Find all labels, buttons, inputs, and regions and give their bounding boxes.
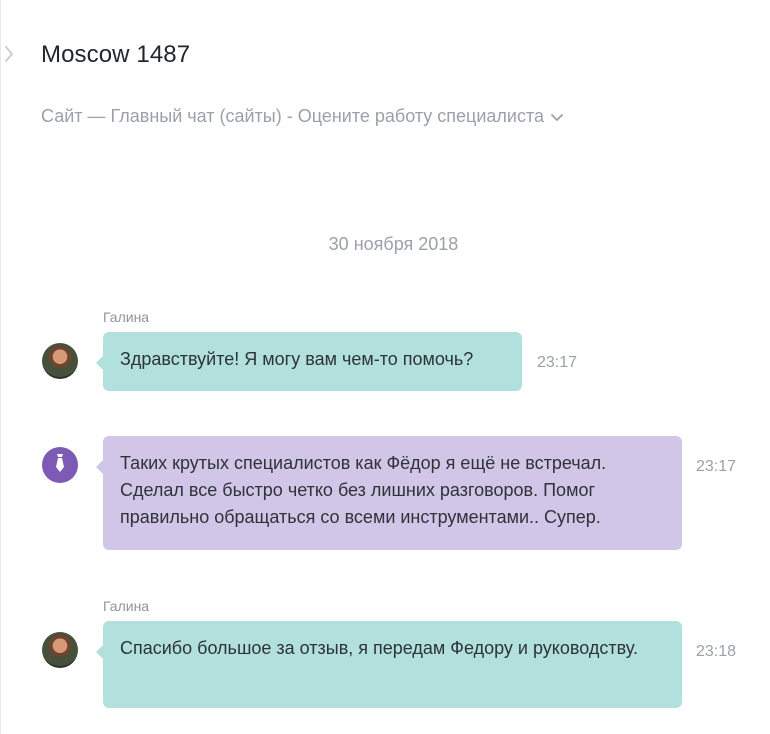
message-text: Таких крутых специалистов как Фёдор я ещ… <box>120 453 607 527</box>
message-text: Здравствуйте! Я могу вам чем-то помочь? <box>120 349 474 369</box>
message-time: 23:18 <box>696 643 737 660</box>
message-bubble: Здравствуйте! Я могу вам чем-то помочь? <box>96 332 522 391</box>
avatar <box>42 632 78 668</box>
chat-source-label: Сайт — Главный чат (сайты) - Оцените раб… <box>41 106 545 126</box>
chevron-down-icon <box>550 112 564 122</box>
avatar <box>42 343 78 379</box>
message-text: Спасибо большое за отзыв, я передам Федо… <box>120 638 638 658</box>
date-separator: 30 ноября 2018 <box>328 234 459 254</box>
tie-icon <box>53 453 67 478</box>
chat-title: Moscow 1487 <box>41 41 191 68</box>
message-sender: Галина <box>103 598 150 614</box>
message-sender: Галина <box>103 309 150 325</box>
message-bubble: Спасибо большое за отзыв, я передам Федо… <box>96 621 682 708</box>
panel-left-border <box>0 0 1 734</box>
bot-avatar <box>42 447 78 483</box>
chevron-right-icon <box>4 45 14 68</box>
message-time: 23:17 <box>696 458 737 475</box>
chat-source-dropdown[interactable]: Сайт — Главный чат (сайты) - Оцените раб… <box>41 106 564 127</box>
message-bubble: Таких крутых специалистов как Фёдор я ещ… <box>96 436 682 550</box>
message-time: 23:17 <box>537 354 578 371</box>
collapse-panel-button[interactable] <box>0 44 18 68</box>
